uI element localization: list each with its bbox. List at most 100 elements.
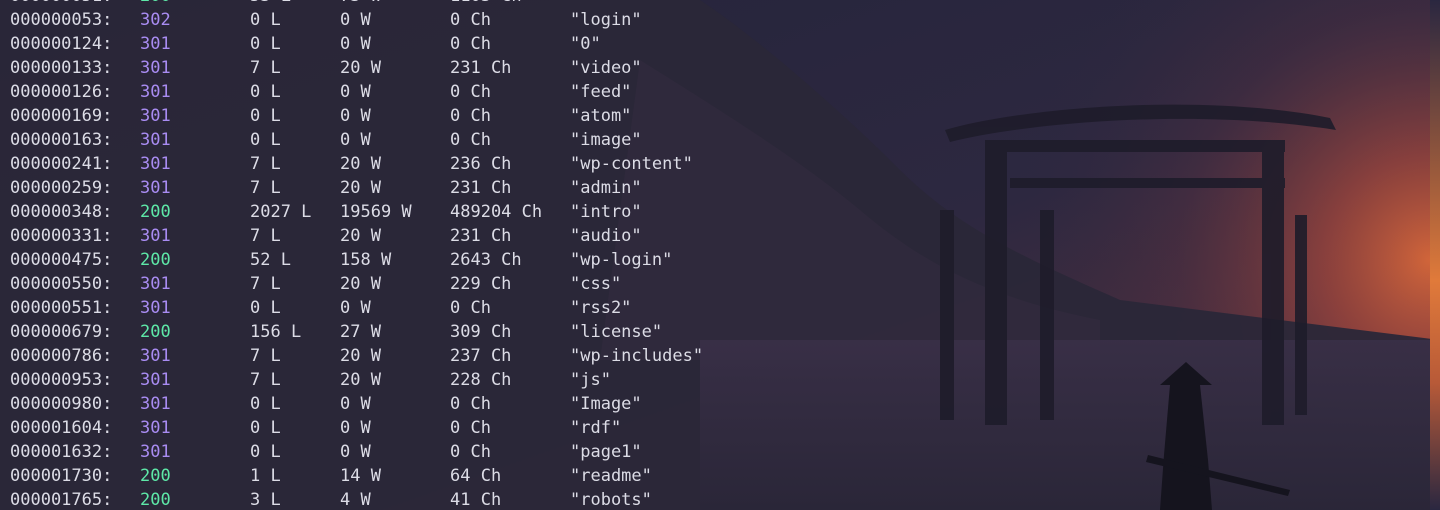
result-row: 000000953: 301 7 L 20 W 228 Ch "js" <box>0 368 1430 392</box>
word-count: 0 W <box>340 34 371 54</box>
payload: "0" <box>570 34 601 54</box>
status-code: 301 <box>140 130 171 150</box>
status-code: 200 <box>140 250 171 270</box>
char-count: 236 Ch <box>450 154 512 174</box>
request-id: 000001632: <box>10 442 113 462</box>
char-count: 228 Ch <box>450 370 512 390</box>
result-row: 000000169: 301 0 L 0 W 0 Ch "atom" <box>0 104 1430 128</box>
result-row: 000000679: 200 156 L 27 W 309 Ch "license" <box>0 320 1430 344</box>
request-id: 000000786: <box>10 346 113 366</box>
status-code: 301 <box>140 370 171 390</box>
result-row: 000000133: 301 7 L 20 W 231 Ch "video" <box>0 56 1430 80</box>
status-code: 301 <box>140 226 171 246</box>
char-count: 309 Ch <box>450 322 512 342</box>
payload: "image" <box>570 130 642 150</box>
line-count: 0 L <box>250 418 281 438</box>
result-row: 000000259: 301 7 L 20 W 231 Ch "admin" <box>0 176 1430 200</box>
word-count: 20 W <box>340 154 381 174</box>
payload: "readme" <box>570 466 652 486</box>
result-row: 000000126: 301 0 L 0 W 0 Ch "feed" <box>0 80 1430 104</box>
word-count: 20 W <box>340 346 381 366</box>
char-count: 231 Ch <box>450 58 512 78</box>
line-count: 7 L <box>250 346 281 366</box>
char-count: 489204 Ch <box>450 202 543 222</box>
payload: "rdf" <box>570 418 622 438</box>
line-count: 0 L <box>250 298 281 318</box>
line-count: 0 L <box>250 442 281 462</box>
char-count: 0 Ch <box>450 418 491 438</box>
request-id: 000000679: <box>10 322 113 342</box>
status-code: 301 <box>140 442 171 462</box>
request-id: 000000550: <box>10 274 113 294</box>
request-id: 000000163: <box>10 130 113 150</box>
status-code: 301 <box>140 82 171 102</box>
char-count: 0 Ch <box>450 298 491 318</box>
request-id: 000000169: <box>10 106 113 126</box>
payload: "rss2" <box>570 298 632 318</box>
word-count: 0 W <box>340 442 371 462</box>
payload: "license" <box>570 322 663 342</box>
status-code: 301 <box>140 274 171 294</box>
char-count: 0 Ch <box>450 394 491 414</box>
line-count: 0 L <box>250 34 281 54</box>
line-count: 0 L <box>250 10 281 30</box>
payload: "" <box>570 0 590 8</box>
request-id: 000000259: <box>10 178 113 198</box>
status-code: 301 <box>140 346 171 366</box>
payload: "login" <box>570 10 642 30</box>
word-count: 19569 W <box>340 202 412 222</box>
word-count: 20 W <box>340 58 381 78</box>
result-row: 000000051: 200 53 L 73 W 1103 Ch "" <box>0 0 1430 8</box>
request-id: 000000980: <box>10 394 113 414</box>
line-count: 7 L <box>250 178 281 198</box>
payload: "page1" <box>570 442 642 462</box>
result-row: 000001632: 301 0 L 0 W 0 Ch "page1" <box>0 440 1430 464</box>
status-code: 200 <box>140 0 171 8</box>
char-count: 229 Ch <box>450 274 512 294</box>
line-count: 52 L <box>250 250 291 270</box>
line-count: 7 L <box>250 58 281 78</box>
char-count: 64 Ch <box>450 466 502 486</box>
line-count: 1 L <box>250 466 281 486</box>
char-count: 1103 Ch <box>450 0 522 8</box>
status-code: 302 <box>140 10 171 30</box>
word-count: 73 W <box>340 0 381 8</box>
payload: "js" <box>570 370 611 390</box>
result-row: 000000053: 302 0 L 0 W 0 Ch "login" <box>0 8 1430 32</box>
line-count: 2027 L <box>250 202 312 222</box>
request-id: 000000126: <box>10 82 113 102</box>
request-id: 000000053: <box>10 10 113 30</box>
result-row: 000000475: 200 52 L 158 W 2643 Ch "wp-login" <box>0 248 1430 272</box>
char-count: 0 Ch <box>450 442 491 462</box>
word-count: 4 W <box>340 490 371 510</box>
result-row: 000001765: 200 3 L 4 W 41 Ch "robots" <box>0 488 1430 510</box>
char-count: 0 Ch <box>450 34 491 54</box>
word-count: 20 W <box>340 178 381 198</box>
result-row: 000000124: 301 0 L 0 W 0 Ch "0" <box>0 32 1430 56</box>
payload: "robots" <box>570 490 652 510</box>
request-id: 000000133: <box>10 58 113 78</box>
result-row: 000000980: 301 0 L 0 W 0 Ch "Image" <box>0 392 1430 416</box>
request-id: 000000051: <box>10 0 112 8</box>
request-id: 000000348: <box>10 202 113 222</box>
word-count: 0 W <box>340 130 371 150</box>
word-count: 0 W <box>340 418 371 438</box>
payload: "css" <box>570 274 622 294</box>
result-row: 000001604: 301 0 L 0 W 0 Ch "rdf" <box>0 416 1430 440</box>
result-row: 000000786: 301 7 L 20 W 237 Ch "wp-includes" <box>0 344 1430 368</box>
result-row: 000000331: 301 7 L 20 W 231 Ch "audio" <box>0 224 1430 248</box>
line-count: 7 L <box>250 274 281 294</box>
scrollbar[interactable] <box>1430 0 1440 510</box>
request-id: 000000241: <box>10 154 113 174</box>
word-count: 20 W <box>340 370 381 390</box>
status-code: 200 <box>140 322 171 342</box>
status-code: 200 <box>140 490 171 510</box>
status-code: 200 <box>140 202 171 222</box>
word-count: 14 W <box>340 466 381 486</box>
word-count: 158 W <box>340 250 392 270</box>
payload: "audio" <box>570 226 642 246</box>
line-count: 0 L <box>250 130 281 150</box>
line-count: 0 L <box>250 394 281 414</box>
terminal-window[interactable]: 000000051:20053 L73 W1103 Ch""000000053:… <box>0 0 1430 510</box>
payload: "Image" <box>570 394 642 414</box>
